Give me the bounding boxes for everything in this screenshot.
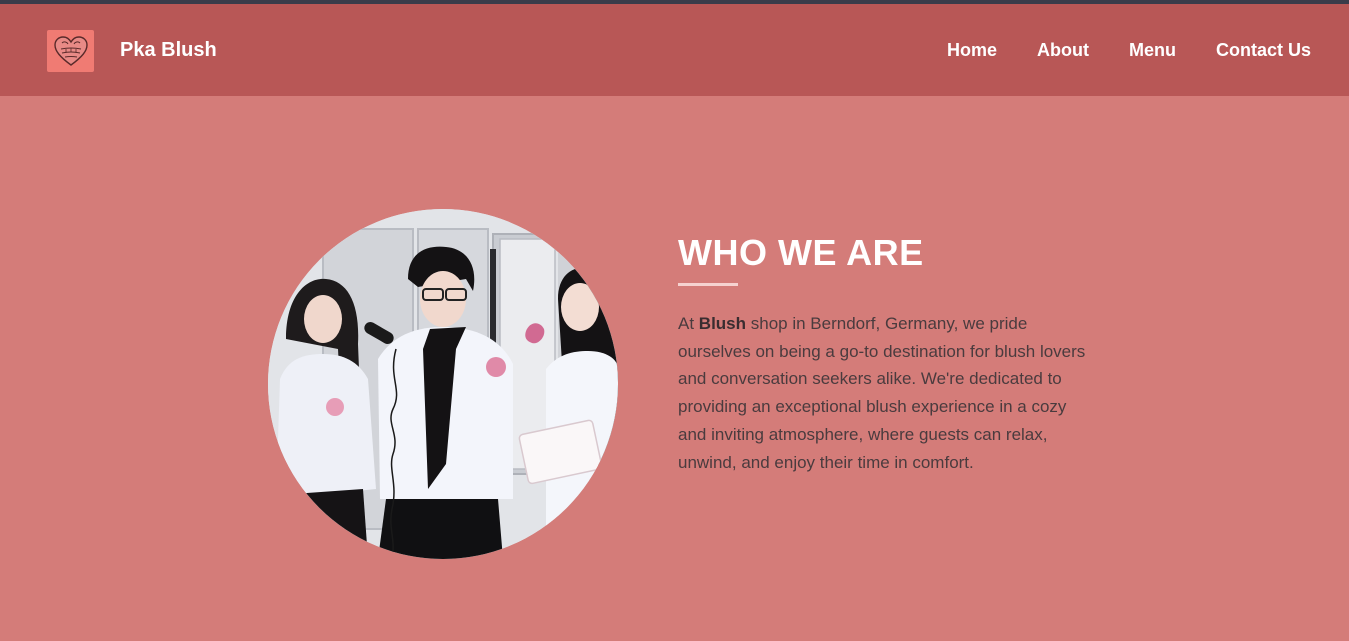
main-nav: Home About Menu Contact Us [0, 39, 1349, 61]
paragraph-body: shop in Berndorf, Germany, we pride ours… [678, 314, 1086, 472]
about-paragraph: At Blush shop in Berndorf, Germany, we p… [678, 310, 1088, 476]
nav-menu-link[interactable]: Menu [1129, 39, 1176, 61]
paragraph-intro: At [678, 314, 699, 333]
team-photo [268, 209, 618, 559]
section-title: WHO WE ARE [678, 232, 924, 273]
nav-about-link[interactable]: About [1037, 39, 1089, 61]
paragraph-highlight: Blush [698, 314, 747, 333]
nav-home-link[interactable]: Home [947, 39, 997, 61]
navbar: Pka Blush Home About Menu Contact Us [0, 4, 1349, 96]
nav-contact-link[interactable]: Contact Us [1216, 39, 1311, 61]
title-underline [678, 283, 738, 286]
